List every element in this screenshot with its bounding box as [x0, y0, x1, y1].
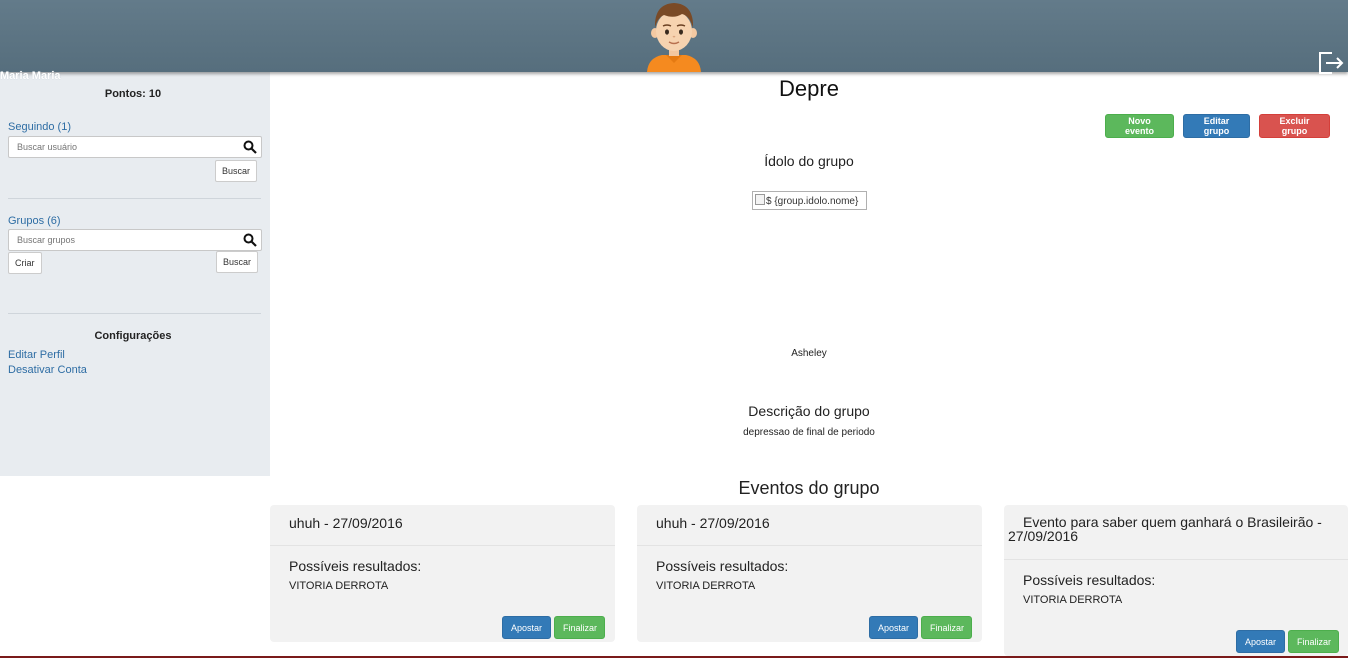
delete-group-button[interactable]: Excluir grupo	[1259, 114, 1330, 138]
top-bar	[0, 0, 1348, 74]
new-event-button[interactable]: Novo evento	[1105, 114, 1174, 138]
event-title: Evento para saber quem ganhará o Brasile…	[1004, 505, 1348, 560]
following-link[interactable]: Seguindo (1)	[8, 121, 71, 133]
search-icon[interactable]	[243, 140, 257, 154]
event-card: Evento para saber quem ganhará o Brasile…	[1004, 505, 1348, 656]
idol-heading: Ídolo do grupo	[764, 153, 854, 169]
groups-link[interactable]: Grupos (6)	[8, 215, 61, 227]
sidebar-divider	[8, 313, 261, 314]
event-title: uhuh - 27/09/2016	[637, 505, 982, 546]
user-name: Maria Maria	[0, 70, 61, 82]
edit-group-button[interactable]: Editar grupo	[1183, 114, 1250, 138]
idol-image-alt: $ {group.idolo.nome}	[766, 196, 859, 207]
possible-results-label: Possíveis resultados:	[289, 558, 422, 574]
search-user-field	[8, 136, 262, 158]
bet-button[interactable]: Apostar	[869, 616, 918, 639]
broken-image-icon	[755, 194, 765, 205]
possible-results-label: Possíveis resultados:	[656, 558, 789, 574]
bet-button[interactable]: Apostar	[1236, 630, 1285, 653]
events-heading: Eventos do grupo	[738, 478, 880, 498]
idol-image-placeholder: $ {group.idolo.nome}	[752, 191, 867, 210]
sidebar: Pontos: 10 Seguindo (1) Buscar Grupos (6…	[0, 72, 270, 476]
finish-button[interactable]: Finalizar	[921, 616, 972, 639]
event-card: uhuh - 27/09/2016 Possíveis resultados: …	[637, 505, 982, 642]
settings-title: Configurações	[94, 330, 172, 342]
search-user-input[interactable]	[9, 137, 229, 157]
event-title: uhuh - 27/09/2016	[270, 505, 615, 546]
create-group-button[interactable]: Criar	[8, 252, 42, 274]
bet-button[interactable]: Apostar	[502, 616, 551, 639]
search-icon[interactable]	[243, 233, 257, 247]
event-results: VITORIA DERROTA	[656, 580, 756, 592]
search-groups-field	[8, 229, 262, 251]
idol-name: Asheley	[791, 348, 827, 359]
search-groups-button[interactable]: Buscar	[216, 251, 259, 273]
finish-button[interactable]: Finalizar	[1288, 630, 1339, 653]
group-title: Depre	[779, 76, 839, 101]
edit-profile-link[interactable]: Editar Perfil	[8, 349, 65, 361]
group-description: depressao de final de periodo	[743, 427, 875, 438]
event-card: uhuh - 27/09/2016 Possíveis resultados: …	[270, 505, 615, 642]
deactivate-account-link[interactable]: Desativar Conta	[8, 364, 87, 376]
description-heading: Descrição do grupo	[748, 403, 870, 419]
finish-button[interactable]: Finalizar	[554, 616, 605, 639]
points-label: Pontos: 10	[104, 88, 162, 100]
event-results: VITORIA DERROTA	[289, 580, 389, 592]
sidebar-divider	[8, 198, 261, 199]
search-user-button[interactable]: Buscar	[215, 160, 258, 182]
search-groups-input[interactable]	[9, 230, 229, 250]
logout-icon[interactable]	[1316, 49, 1344, 77]
event-results: VITORIA DERROTA	[1023, 594, 1123, 606]
possible-results-label: Possíveis resultados:	[1023, 572, 1156, 588]
boy-avatar-icon[interactable]	[644, 0, 704, 72]
